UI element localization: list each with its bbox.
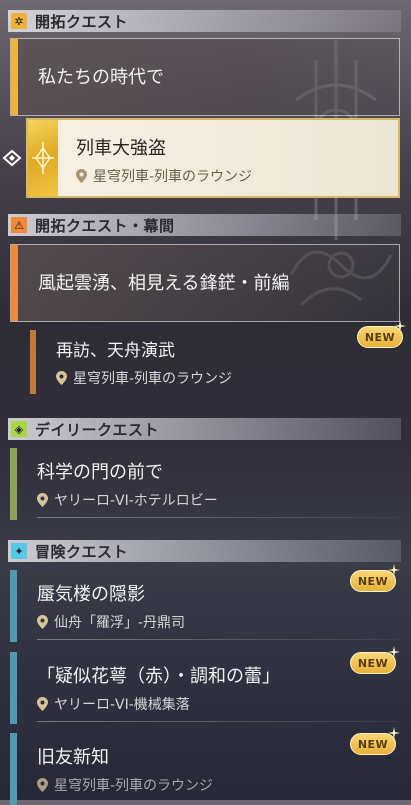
location-pin-icon <box>76 169 87 183</box>
sparkle-icon <box>394 320 406 332</box>
section-title: 開拓クエスト・幕間 <box>35 216 175 235</box>
chapter-card-trailblaze[interactable]: 私たちの時代で <box>10 38 400 116</box>
quest-title: 「疑似花萼（赤）・調和の蕾」 <box>37 666 280 687</box>
daily-quest-icon: ◈ <box>11 421 27 437</box>
quest-item-daily[interactable]: 科学の門の前で ヤリーロ-VI-ホテルロビー <box>10 448 398 520</box>
quest-item-adventure[interactable]: 蜃気楼の隠影 仙舟「羅浮」-丹鼎司 <box>10 570 398 642</box>
quest-location: 星穹列車-列車のラウンジ <box>37 775 213 795</box>
trailblaze-quest-icon: ✲ <box>11 13 27 29</box>
section-title: 開拓クエスト <box>35 12 129 31</box>
quest-location: 仙舟「羅浮」-丹鼎司 <box>37 612 185 632</box>
section-title: 冒険クエスト <box>35 542 129 561</box>
location-pin-icon <box>37 778 48 792</box>
location-pin-icon <box>37 493 48 507</box>
chapter-card-interlude[interactable]: 風起雲湧、相見える鋒鋩・前編 <box>10 244 400 322</box>
location-pin-icon <box>37 615 48 629</box>
quest-title: 科学の門の前で <box>37 462 163 483</box>
quest-title: 再訪、天舟演武 <box>56 341 175 361</box>
section-header-trailblaze: ✲ 開拓クエスト <box>8 10 401 32</box>
chapter-title: 風起雲湧、相見える鋒鋩・前編 <box>38 273 290 294</box>
sparkle-icon <box>388 646 400 658</box>
quest-title: 旧友新知 <box>37 747 109 768</box>
sparkle-icon <box>388 564 400 576</box>
location-pin-icon <box>37 697 48 711</box>
section-header-daily: ◈ デイリークエスト <box>8 418 401 440</box>
quest-location: ヤリーロ-VI-機械集落 <box>37 694 190 714</box>
section-header-interlude: ⚠ 開拓クエスト・幕間 <box>8 214 401 236</box>
quest-location: ヤリーロ-VI-ホテルロビー <box>37 490 218 510</box>
selection-pointer-icon <box>2 149 22 167</box>
quest-item-adventure[interactable]: 「疑似花萼（赤）・調和の蕾」 ヤリーロ-VI-機械集落 <box>10 652 398 724</box>
quest-title: 列車大強盗 <box>76 138 166 159</box>
quest-item-adventure[interactable]: 旧友新知 星穹列車-列車のラウンジ <box>10 733 398 805</box>
sparkle-icon <box>388 727 400 739</box>
quest-title: 蜃気楼の隠影 <box>37 584 145 605</box>
quest-gem-icon <box>28 120 58 196</box>
section-title: デイリークエスト <box>35 420 160 439</box>
quest-location: 星穹列車-列車のラウンジ <box>56 368 232 388</box>
quest-card-selected[interactable]: 列車大強盗 星穹列車-列車のラウンジ <box>26 118 400 198</box>
location-pin-icon <box>56 371 67 385</box>
quest-location: 星穹列車-列車のラウンジ <box>76 166 252 186</box>
section-header-adventure: ✦ 冒険クエスト <box>8 540 401 562</box>
quest-card-interlude[interactable]: 再訪、天舟演武 星穹列車-列車のラウンジ <box>30 330 400 394</box>
adventure-quest-icon: ✦ <box>11 543 27 559</box>
chapter-title: 私たちの時代で <box>38 67 164 88</box>
interlude-quest-icon: ⚠ <box>11 217 27 233</box>
